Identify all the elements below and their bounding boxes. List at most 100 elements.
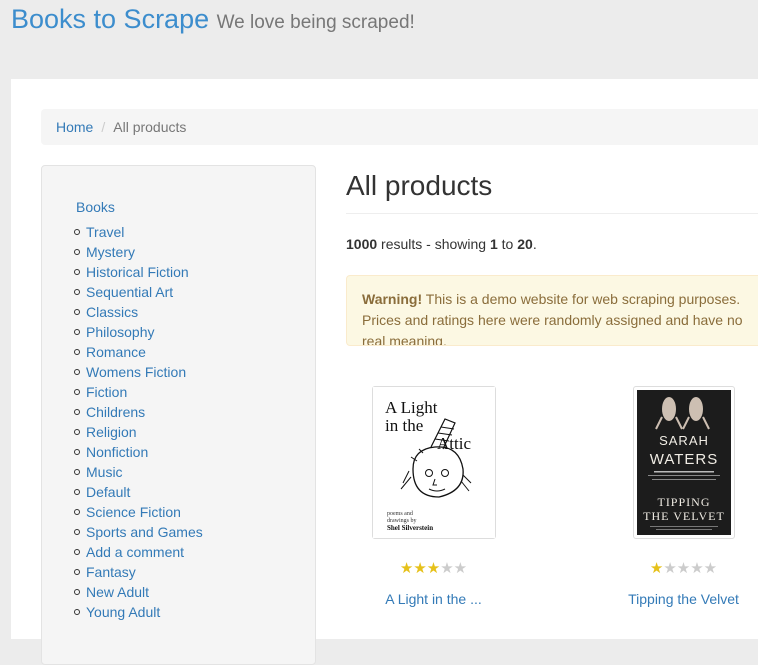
sidebar-category-link[interactable]: New Adult [86, 584, 149, 600]
page-container: Home / All products Books Travel Mystery His… [11, 79, 758, 665]
bullet-icon [74, 429, 80, 435]
sidebar-category-link[interactable]: Young Adult [86, 604, 160, 620]
star-rating: ★★★★★ [346, 561, 521, 577]
site-header: Books to Scrape We love being scraped! [11, 4, 415, 35]
star-empty-icon: ★ [703, 560, 718, 577]
book-cover-image: SARAH WATERS TIPPING THE VELVET [636, 390, 731, 535]
sidebar-category-item: Nonfiction [67, 442, 203, 462]
sidebar-category-item: Young Adult [67, 602, 203, 622]
bullet-icon [74, 229, 80, 235]
cover-title-line1: TIPPING [657, 495, 710, 509]
star-empty-icon: ★ [440, 560, 454, 577]
sidebar-category-item: New Adult [67, 582, 203, 602]
sidebar-category-item: Default [67, 482, 203, 502]
product-thumbnail[interactable]: SARAH WATERS TIPPING THE VELVET [632, 386, 735, 539]
results-end: . [532, 236, 537, 252]
sidebar-category-link[interactable]: Travel [86, 224, 124, 240]
cover-small-line1: poems and [387, 511, 413, 517]
sidebar-category-link[interactable]: Music [86, 464, 123, 480]
sidebar-category-link[interactable]: Historical Fiction [86, 264, 189, 280]
sidebar-category-link[interactable]: Sports and Games [86, 524, 203, 540]
bullet-icon [74, 409, 80, 415]
bullet-icon [74, 489, 80, 495]
star-empty-icon: ★ [663, 560, 677, 577]
star-empty-icon: ★ [690, 560, 704, 577]
sidebar-category-link[interactable]: Religion [86, 424, 137, 440]
bullet-icon [74, 369, 80, 375]
results-from: 1 [489, 236, 498, 252]
sidebar-category-item: Classics [67, 302, 203, 322]
product-card: SARAH WATERS TIPPING THE VELVET ★★★★★ Ti… [596, 386, 758, 607]
sidebar-category-item: Science Fiction [67, 502, 203, 522]
product-title-link[interactable]: A Light in the ... [346, 591, 521, 607]
bullet-icon [74, 609, 80, 615]
bullet-icon [74, 249, 80, 255]
sidebar-category-link[interactable]: Sequential Art [86, 284, 173, 300]
product-thumbnail[interactable]: A Light in the Attic poems and drawings … [371, 386, 496, 539]
book-cover-image: A Light in the Attic poems and drawings … [372, 387, 495, 538]
sidebar-category-item: Womens Fiction [67, 362, 203, 382]
warning-alert: Warning! This is a demo website for web … [346, 275, 758, 346]
sidebar-category-item: Romance [67, 342, 203, 362]
sidebar-category-link[interactable]: Classics [86, 304, 138, 320]
bullet-icon [74, 529, 80, 535]
star-filled-icon: ★ [649, 560, 664, 577]
star-rating: ★★★★★ [596, 561, 758, 577]
cover-author: Shel Silverstein [387, 524, 433, 532]
cover-title-line2: in the [385, 416, 423, 435]
sidebar-category-link[interactable]: Default [86, 484, 130, 500]
bullet-icon [74, 469, 80, 475]
bullet-icon [74, 449, 80, 455]
breadcrumb: Home / All products [41, 109, 758, 145]
sidebar-category-item: Philosophy [67, 322, 203, 342]
bullet-icon [74, 269, 80, 275]
sidebar-category-link[interactable]: Mystery [86, 244, 135, 260]
results-summary: 1000 results - showing 1 to 20. [346, 236, 537, 252]
sidebar-category-link[interactable]: Fantasy [86, 564, 136, 580]
sidebar-category-item: Sports and Games [67, 522, 203, 542]
site-tagline: We love being scraped! [216, 12, 415, 33]
sidebar-category-link[interactable]: Philosophy [86, 324, 155, 340]
page-title: All products [346, 170, 493, 201]
results-to: 20 [517, 236, 533, 252]
product-title-link[interactable]: Tipping the Velvet [596, 591, 758, 607]
bullet-icon [74, 309, 80, 315]
sidebar-category-link[interactable]: Childrens [86, 404, 145, 420]
bullet-icon [74, 569, 80, 575]
breadcrumb-home-link[interactable]: Home [56, 119, 93, 135]
sidebar-category-item: Sequential Art [67, 282, 203, 302]
cover-author-first: SARAH [659, 433, 709, 448]
results-total: 1000 [346, 236, 378, 252]
sidebar-books-link[interactable]: Books [76, 199, 115, 215]
breadcrumb-current: All products [113, 119, 187, 135]
sidebar-category-item: Music [67, 462, 203, 482]
bullet-icon [74, 549, 80, 555]
breadcrumb-separator: / [101, 119, 106, 135]
cover-author-last: WATERS [649, 451, 718, 468]
sidebar-category-link[interactable]: Add a comment [86, 544, 184, 560]
divider [346, 213, 758, 214]
results-to-word: to [497, 236, 518, 252]
sidebar-category-link[interactable]: Womens Fiction [86, 364, 186, 380]
category-list: Travel Mystery Historical Fiction Sequentia… [67, 222, 203, 622]
results-text: results - showing [377, 236, 490, 252]
star-empty-icon: ★ [453, 560, 468, 577]
star-filled-icon: ★ [413, 560, 427, 577]
bullet-icon [74, 389, 80, 395]
site-brand-link[interactable]: Books to Scrape [11, 4, 209, 34]
sidebar-category-item: Travel [67, 222, 203, 242]
star-empty-icon: ★ [676, 560, 691, 577]
sidebar-category-link[interactable]: Romance [86, 344, 146, 360]
sidebar-category-item: Fantasy [67, 562, 203, 582]
sidebar-category-link[interactable]: Science Fiction [86, 504, 181, 520]
bullet-icon [74, 289, 80, 295]
alert-strong: Warning! [362, 291, 423, 307]
bullet-icon [74, 509, 80, 515]
sidebar-category-link[interactable]: Nonfiction [86, 444, 148, 460]
sidebar-category-link[interactable]: Fiction [86, 384, 127, 400]
sidebar-category-item: Childrens [67, 402, 203, 422]
cover-title-line1: A Light [385, 398, 438, 417]
bullet-icon [74, 349, 80, 355]
bullet-icon [74, 589, 80, 595]
cover-title-line3: Attic [437, 434, 471, 453]
